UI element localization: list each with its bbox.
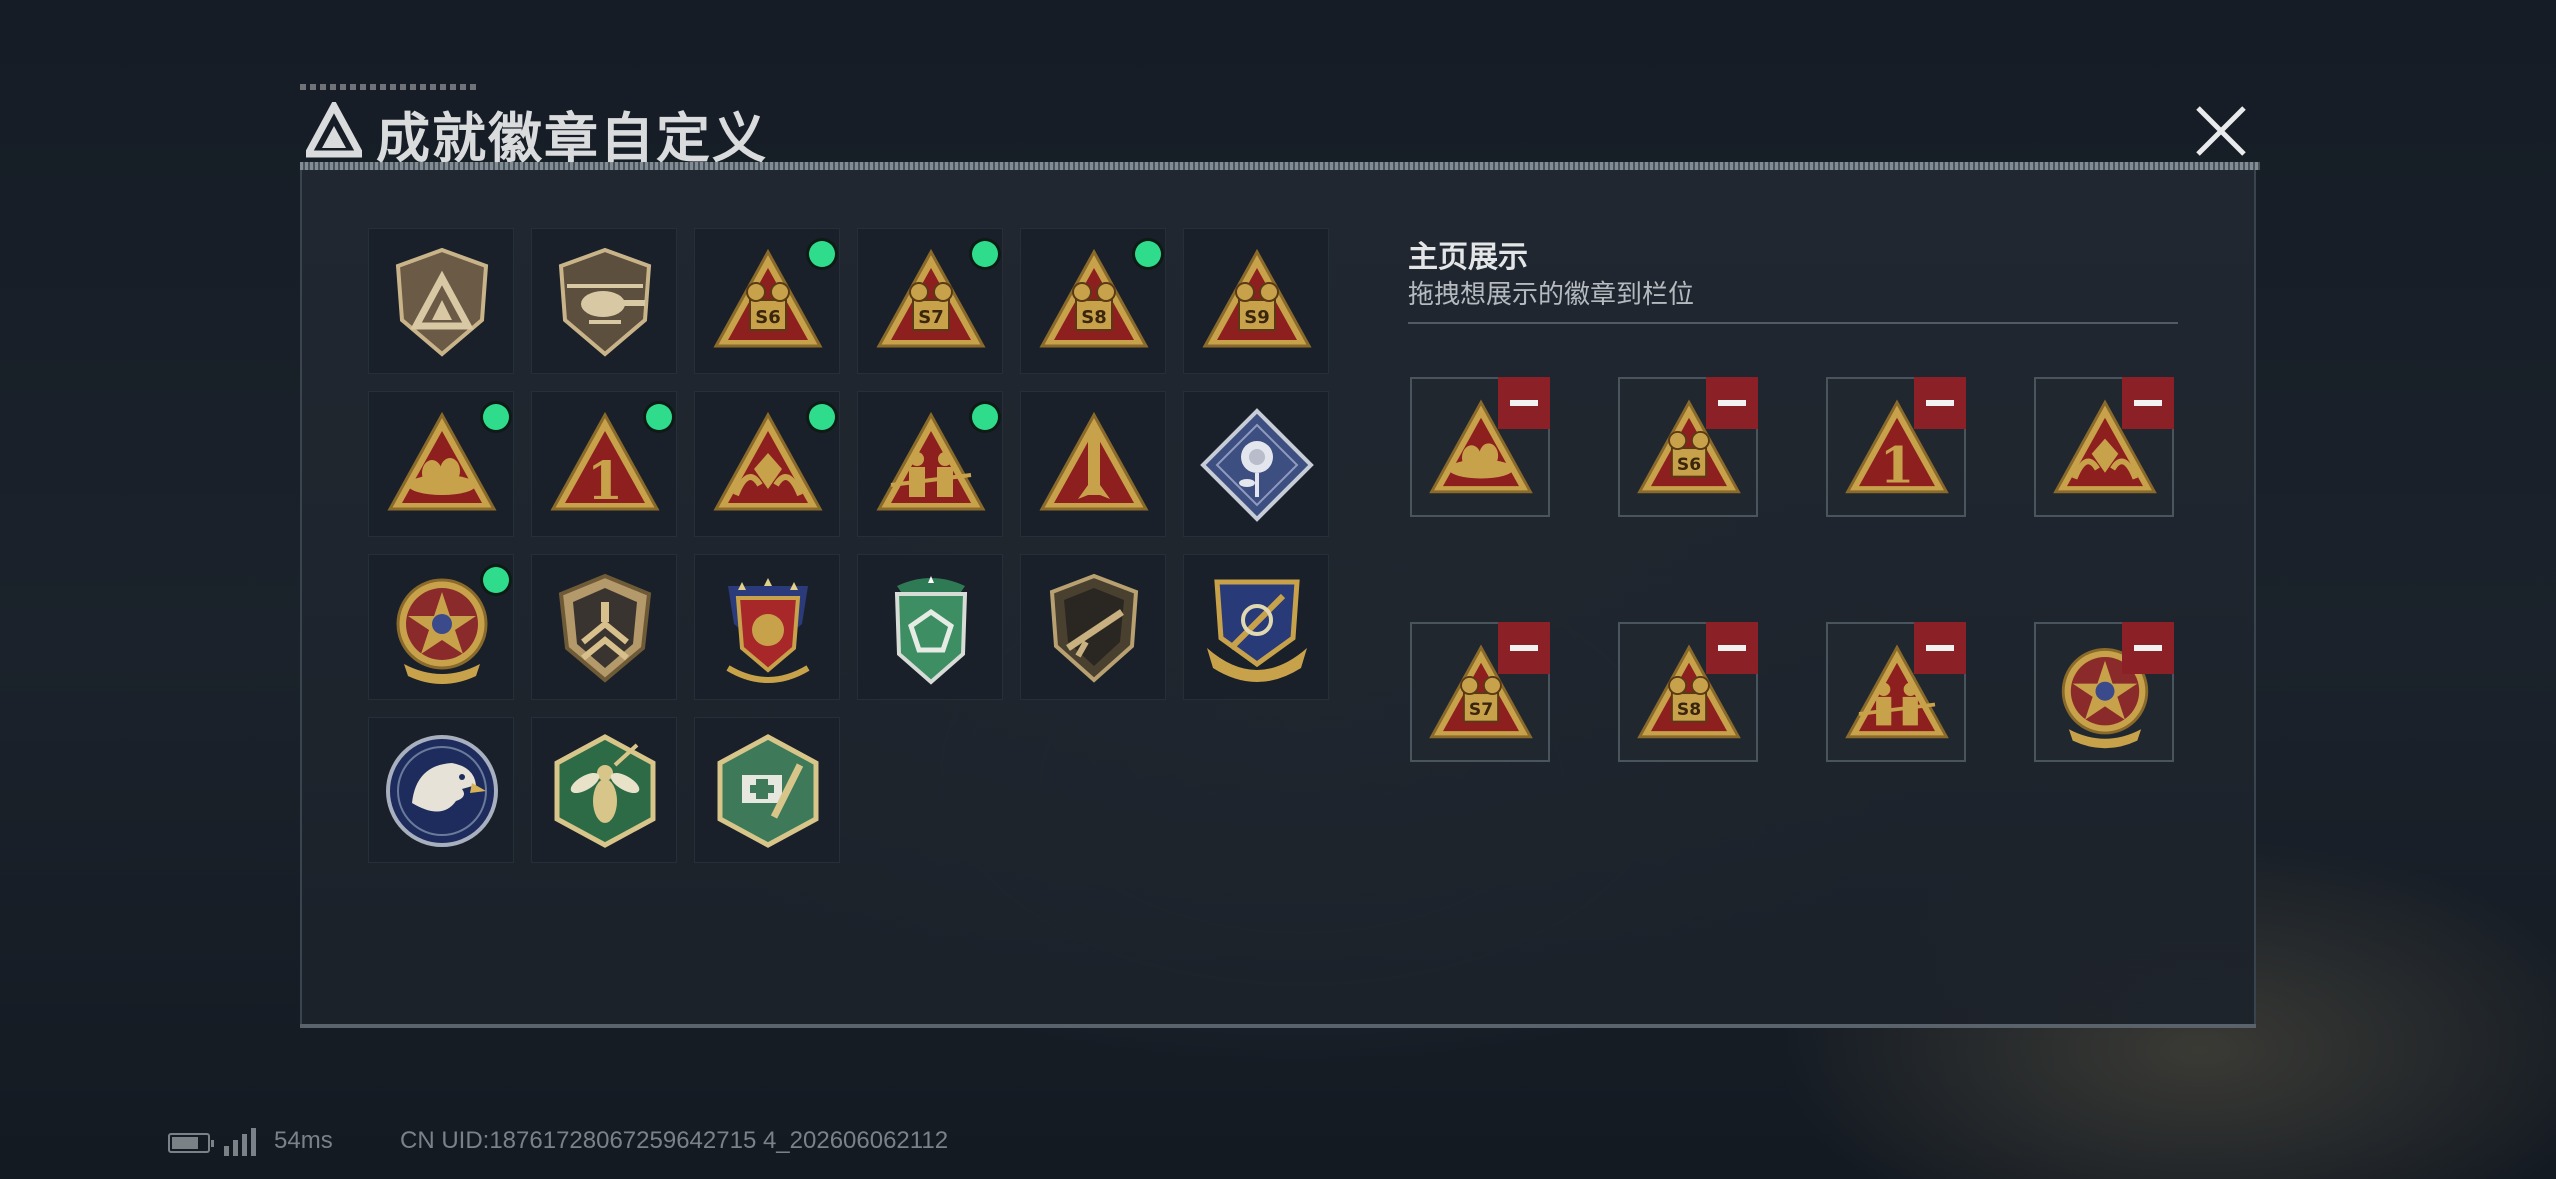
badge-cell[interactable] <box>1183 391 1329 537</box>
badge-cell[interactable] <box>368 391 514 537</box>
showcase-slot[interactable] <box>2034 377 2174 517</box>
badge-cell[interactable]: S7 <box>857 228 1003 374</box>
svg-text:S8: S8 <box>1081 307 1107 328</box>
new-indicator-dot <box>1135 241 1161 267</box>
badge-cell[interactable] <box>531 717 677 863</box>
remove-badge-button[interactable] <box>1706 377 1758 429</box>
panel-bottom-border <box>300 1024 2256 1028</box>
navy-crest-badge-icon <box>1207 579 1307 682</box>
new-indicator-dot <box>809 404 835 430</box>
badge-cell[interactable] <box>531 228 677 374</box>
delta-logo-icon <box>306 102 362 158</box>
svg-text:S8: S8 <box>1677 700 1701 720</box>
remove-badge-button[interactable] <box>1498 377 1550 429</box>
header-divider <box>300 162 2260 170</box>
new-indicator-dot <box>483 404 509 430</box>
blue-red-shield-badge-icon <box>726 578 810 683</box>
battery-icon <box>168 1133 214 1153</box>
badge-cell[interactable] <box>857 554 1003 700</box>
badge-cell[interactable] <box>368 717 514 863</box>
showcase-divider <box>1408 322 2178 324</box>
badge-cell[interactable] <box>857 391 1003 537</box>
svg-text:S7: S7 <box>918 307 944 328</box>
badge-cell[interactable] <box>368 228 514 374</box>
remove-badge-button[interactable] <box>1914 377 1966 429</box>
showcase-slot[interactable] <box>2034 622 2174 762</box>
svg-text:1: 1 <box>587 451 623 512</box>
uid-text: CN UID:18761728067259642715 4_2026060621… <box>400 1127 949 1154</box>
new-indicator-dot <box>646 404 672 430</box>
showcase-slot[interactable]: 1 <box>1826 377 1966 517</box>
shield-triangle-badge-icon <box>395 247 489 357</box>
badge-cell[interactable] <box>368 554 514 700</box>
chevron-shield-badge-icon <box>558 573 652 683</box>
signal-icon <box>224 1128 256 1156</box>
eagle-round-badge-icon <box>386 735 498 847</box>
remove-badge-button[interactable] <box>1498 622 1550 674</box>
helicopter-badge-icon <box>558 247 652 357</box>
remove-badge-button[interactable] <box>2122 377 2174 429</box>
showcase-subtitle: 拖拽想展示的徽章到栏位 <box>1408 280 1695 310</box>
svg-text:S9: S9 <box>1244 307 1270 328</box>
showcase-title: 主页展示 <box>1408 240 1528 275</box>
rifle-shield-badge-icon <box>1049 573 1139 683</box>
remove-badge-button[interactable] <box>1914 622 1966 674</box>
showcase-slot[interactable]: S7 <box>1410 622 1550 762</box>
badge-cell[interactable] <box>531 554 677 700</box>
badge-cell[interactable] <box>694 554 840 700</box>
new-indicator-dot <box>972 404 998 430</box>
badge-cell[interactable]: S6 <box>694 228 840 374</box>
svg-text:1: 1 <box>1880 436 1914 494</box>
badge-cell[interactable] <box>1183 554 1329 700</box>
badge-cell[interactable]: S9 <box>1183 228 1329 374</box>
showcase-slot[interactable]: S6 <box>1618 377 1758 517</box>
badge-cell[interactable] <box>1020 391 1166 537</box>
showcase-slot[interactable]: S8 <box>1618 622 1758 762</box>
triangle-rocket-badge-icon <box>1039 411 1149 511</box>
triangle-s9-badge-icon: S9 <box>1202 248 1312 348</box>
new-indicator-dot <box>809 241 835 267</box>
close-icon[interactable] <box>2190 100 2252 162</box>
ping-text: 54ms <box>274 1127 333 1154</box>
green-shield-badge-icon <box>894 576 968 685</box>
remove-badge-button[interactable] <box>1706 622 1758 674</box>
showcase-slot[interactable] <box>1826 622 1966 762</box>
header-decoration <box>300 84 480 90</box>
medkit-hexagon-badge-icon <box>717 734 819 848</box>
badge-cell[interactable] <box>1020 554 1166 700</box>
badge-cell[interactable]: S8 <box>1020 228 1166 374</box>
badge-cell[interactable]: 1 <box>531 391 677 537</box>
wasp-hexagon-badge-icon <box>554 734 656 848</box>
svg-text:S7: S7 <box>1469 700 1493 720</box>
dialog-header: 成就徽章自定义 <box>300 84 2260 170</box>
new-indicator-dot <box>483 567 509 593</box>
diamond-rose-badge-icon <box>1200 408 1314 522</box>
new-indicator-dot <box>972 241 998 267</box>
badge-cell[interactable] <box>694 717 840 863</box>
svg-text:S6: S6 <box>1677 455 1701 475</box>
remove-badge-button[interactable] <box>2122 622 2174 674</box>
svg-text:S6: S6 <box>755 307 781 328</box>
badge-cell[interactable] <box>694 391 840 537</box>
showcase-slot[interactable] <box>1410 377 1550 517</box>
